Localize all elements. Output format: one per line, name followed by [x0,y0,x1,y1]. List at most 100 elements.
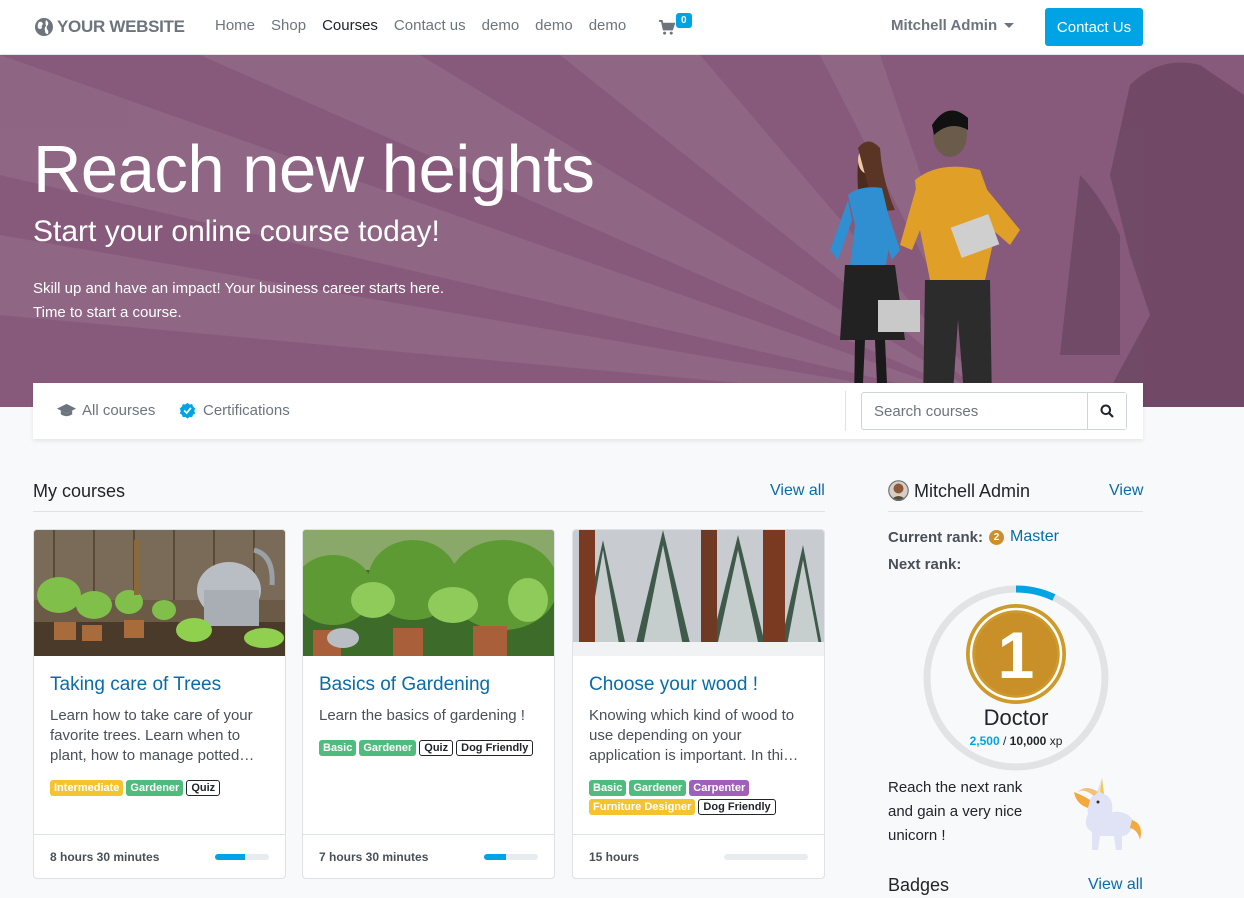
course-tags: Basic Gardener Carpenter Furniture Desig… [589,780,819,815]
next-rank-label: Next rank: [888,556,962,573]
nav-link-demo-1[interactable]: demo [482,17,520,34]
globe-icon [35,18,53,36]
next-rank-row: Next rank: [888,556,961,573]
cart-count-badge: 0 [676,13,692,28]
course-progress-bar [215,854,269,860]
my-courses-title: My courses [33,481,126,501]
search-button[interactable] [1087,393,1126,429]
current-rank-row: Current rank: 2 Master [888,528,1059,546]
next-rank-name: Doctor [983,705,1049,730]
course-title[interactable]: Taking care of Trees [50,674,221,696]
course-footer: 7 hours 30 minutes [303,834,554,878]
tag-quiz[interactable]: Quiz [186,780,221,796]
profile-name: Mitchell Admin [914,481,1031,501]
hero-subtitle: Start your online course today! [33,215,440,248]
all-courses-label: All courses [82,402,156,419]
hero-text-line-1: Skill up and have an impact! Your busine… [33,280,445,297]
certified-check-icon [179,402,196,419]
xp-unit: xp [1046,734,1063,748]
hero-description: Skill up and have an impact! Your busine… [33,277,513,325]
course-card-wood[interactable]: Choose your wood ! Knowing which kind of… [572,529,825,879]
xp-max: 10,000 [1009,734,1047,748]
unicorn-icon [1074,778,1141,850]
course-title[interactable]: Basics of Gardening [319,674,490,696]
people-illustration [830,110,1020,407]
nav-link-demo-2[interactable]: demo [535,17,573,34]
search-icon [1100,404,1114,418]
course-description: Knowing which kind of wood to use depend… [589,707,799,764]
my-courses-divider [33,511,825,512]
tag-intermediate[interactable]: Intermediate [50,780,124,796]
tag-basic[interactable]: Basic [589,780,627,796]
course-card-trees[interactable]: Taking care of Trees Learn how to take c… [33,529,286,879]
course-image-wood [573,530,824,656]
nav-links: Home Shop Courses Contact us demo demo d… [215,17,642,34]
filter-divider [845,391,846,431]
course-description: Learn how to take care of your favorite … [50,707,255,764]
logo-text: YOUR WEBSITE [57,17,185,36]
tag-carpenter[interactable]: Carpenter [689,780,750,796]
profile-view-link[interactable]: View [1109,482,1143,500]
certifications-label: Certifications [203,402,290,419]
xp-separator: / [999,734,1010,748]
badges-view-all-link[interactable]: View all [1088,876,1143,894]
navbar: YOUR WEBSITE Home Shop Courses Contact u… [0,0,1244,55]
tag-dog-friendly[interactable]: Dog Friendly [698,799,776,815]
course-footer: 8 hours 30 minutes [34,834,285,878]
tag-gardener[interactable]: Gardener [629,780,687,796]
profile-divider [888,511,1143,512]
caret-down-icon [1004,23,1015,28]
user-avatar[interactable] [888,480,909,501]
course-tags: Basic Gardener Quiz Dog Friendly [319,740,549,756]
course-progress-fill [215,854,245,860]
course-image-trees [34,530,285,656]
xp-current: 2,500 [969,734,1000,748]
graduation-cap-icon [57,403,76,417]
nav-link-home[interactable]: Home [215,17,255,34]
tag-basic[interactable]: Basic [319,740,357,756]
nav-link-shop[interactable]: Shop [271,17,306,34]
course-image-gardening [303,530,554,656]
nav-link-contact-us[interactable]: Contact us [394,17,466,34]
tag-quiz[interactable]: Quiz [419,740,454,756]
search-courses-input[interactable] [862,393,1087,429]
course-footer: 15 hours [573,834,824,878]
nav-link-demo-3[interactable]: demo [589,17,627,34]
nav-link-courses[interactable]: Courses [322,17,378,34]
next-rank-number: 1 [998,618,1035,692]
course-duration: 7 hours 30 minutes [319,850,429,864]
tag-furniture-designer[interactable]: Furniture Designer [589,799,696,815]
xp-progress-text: 2,500 / 10,000 xp [922,734,1110,748]
shopping-cart-icon [658,19,675,35]
course-description: Learn the basics of gardening ! [319,707,525,724]
course-progress-bar [484,854,538,860]
course-tags: Intermediate Gardener Quiz [50,780,280,796]
course-duration: 8 hours 30 minutes [50,850,160,864]
search-form [861,392,1127,430]
course-progress-fill [484,854,506,860]
my-courses-view-all-link[interactable]: View all [770,482,825,500]
user-name: Mitchell Admin [891,17,998,34]
course-progress-bar [724,854,808,860]
current-rank-link[interactable]: Master [1010,528,1059,546]
hero-title: Reach new heights [33,132,595,207]
cart-button[interactable]: 0 [658,13,694,39]
course-filter-bar: All courses Certifications [33,383,1143,439]
hero-banner: Reach new heights Start your online cour… [0,55,1244,407]
badges-title: Badges [888,875,950,895]
filter-all-courses[interactable]: All courses [57,402,155,419]
course-duration: 15 hours [589,850,640,864]
tag-gardener[interactable]: Gardener [359,740,417,756]
user-menu-dropdown[interactable]: Mitchell Admin [891,17,1015,34]
course-card-gardening[interactable]: Basics of Gardening Learn the basics of … [302,529,555,879]
rank-medal-icon: 2 [989,529,1005,545]
contact-us-button[interactable]: Contact Us [1045,8,1143,46]
tag-dog-friendly[interactable]: Dog Friendly [456,740,534,756]
tag-gardener[interactable]: Gardener [126,780,184,796]
site-logo[interactable]: YOUR WEBSITE [34,10,185,44]
next-rank-description: Reach the next rank and gain a very nice… [888,779,1023,844]
hero-text-line-2: Time to start a course. [33,304,182,321]
current-rank-label: Current rank: [888,528,984,546]
course-title[interactable]: Choose your wood ! [589,674,758,696]
filter-certifications[interactable]: Certifications [178,402,290,419]
